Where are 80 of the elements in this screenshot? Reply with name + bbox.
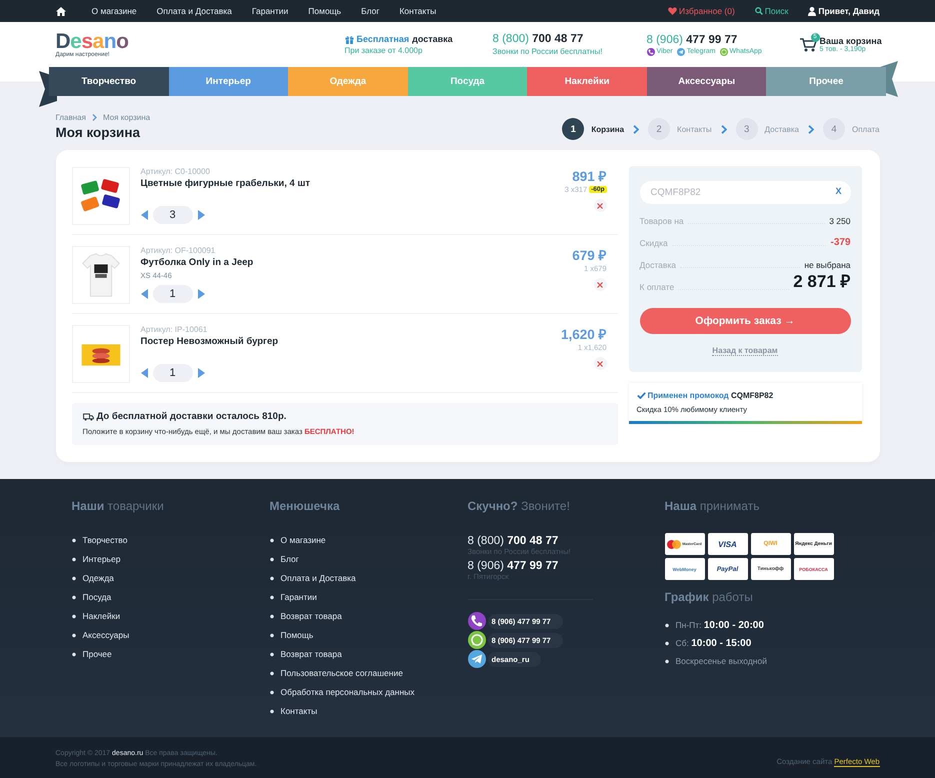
truck-icon xyxy=(82,412,94,420)
decrease-arrow[interactable] xyxy=(140,368,148,378)
delivery-title: Бесплатная xyxy=(356,34,410,44)
chevron-right-icon xyxy=(808,124,814,134)
favorites-link[interactable]: Избранное (0) xyxy=(668,6,735,16)
checkmark-icon xyxy=(636,392,646,399)
nav-link[interactable]: Оплата и Доставка xyxy=(156,6,232,16)
delivery-note: При заказе от 4.000р xyxy=(344,46,424,55)
paper-plane-icon xyxy=(468,650,486,668)
close-icon xyxy=(597,360,603,366)
close-icon xyxy=(597,202,603,208)
promo-status: Применен промокод CQMF8P82 xyxy=(648,391,774,400)
decrease-arrow[interactable] xyxy=(140,289,148,299)
remove-button[interactable] xyxy=(594,278,606,291)
summary-label: К оплате xyxy=(640,282,674,292)
product-name[interactable]: Цветные фигурные грабельки, 4 шт xyxy=(140,178,310,189)
quantity-field[interactable]: 3 xyxy=(152,206,192,224)
remove-button[interactable] xyxy=(594,357,606,370)
category-tab[interactable]: Творчество xyxy=(49,67,169,96)
summary-label: Скидка xyxy=(640,238,668,248)
section-heading: Скучно? Звоните! xyxy=(468,499,571,513)
sku-text: Артикул: IP-10061 xyxy=(140,325,208,334)
nav-link[interactable]: Блог xyxy=(361,6,380,16)
delivery-heading: До бесплатной доставки осталось 810р. xyxy=(96,411,286,422)
sku-text: Артикул: C0-10000 xyxy=(140,167,210,176)
payment-logo: VISA xyxy=(708,533,748,555)
quantity-field[interactable]: 1 xyxy=(152,285,192,303)
delivery-title: доставка xyxy=(412,34,453,44)
nav-link[interactable]: О магазине xyxy=(92,6,137,16)
summary-label: Доставка xyxy=(640,260,676,270)
sku-text: Артикул: OF-100091 xyxy=(140,246,216,255)
account-link[interactable]: Привет, Давид xyxy=(808,6,880,16)
increase-arrow[interactable] xyxy=(198,210,204,220)
section-heading: Наши товарчики xyxy=(72,499,165,513)
checkout-step[interactable]: 1 Корзина xyxy=(562,118,624,140)
phone-number: 8 (800) 700 48 77 xyxy=(468,535,560,547)
summary-value: 3 250 xyxy=(829,216,850,226)
gift-icon xyxy=(344,34,354,44)
phone-icon xyxy=(646,48,654,56)
circles-icon xyxy=(667,540,682,548)
nav-link[interactable]: Контакты xyxy=(399,6,436,16)
decrease-arrow[interactable] xyxy=(140,210,148,220)
home-icon[interactable] xyxy=(56,6,66,16)
summary-label: Товаров на xyxy=(640,216,684,226)
phone-number: 8 (906) 477 99 77 xyxy=(468,560,560,572)
nav-link[interactable]: Помощь xyxy=(308,6,342,16)
logo[interactable]: Desano xyxy=(56,32,128,52)
product-name[interactable]: Постер Невозможный бургер xyxy=(140,336,278,347)
search-link[interactable]: Поиск xyxy=(754,6,788,16)
phone-number: 8 (800) 700 48 77 xyxy=(492,33,584,45)
phone-icon xyxy=(468,612,486,630)
phone-note: Звонки по России бесплатны! xyxy=(492,47,602,56)
summary-value: 2 871 ₽ xyxy=(793,271,850,292)
price-text: 891 ₽ xyxy=(572,168,606,185)
price-text: 679 ₽ xyxy=(572,247,606,264)
quantity-field[interactable]: 1 xyxy=(152,364,192,382)
heart-icon xyxy=(668,7,677,15)
search-icon xyxy=(754,7,763,15)
nav-link[interactable]: Гарантии xyxy=(252,6,288,16)
increase-arrow[interactable] xyxy=(198,368,204,378)
close-icon xyxy=(597,282,603,288)
chevron-right-icon xyxy=(633,124,640,134)
remove-button[interactable] xyxy=(594,199,606,212)
clear-button[interactable]: X xyxy=(835,186,842,196)
chevron-right-icon xyxy=(92,114,97,121)
category-tab[interactable]: Аксессуары xyxy=(646,67,766,96)
paper-plane-icon xyxy=(676,48,685,56)
section-heading: График работы xyxy=(664,590,754,604)
section-heading: Наша принимать xyxy=(664,499,760,513)
summary-value: не выбрана xyxy=(804,260,850,270)
chevron-right-icon xyxy=(720,124,727,134)
user-icon xyxy=(808,6,816,16)
cart-icon xyxy=(800,38,816,52)
section-heading: Менюшечка xyxy=(270,499,341,513)
price-text: 1,620 ₽ xyxy=(560,326,606,343)
phone-number: 8 (906) 477 99 77 xyxy=(646,34,738,46)
increase-arrow[interactable] xyxy=(198,289,204,299)
product-name[interactable]: Футболка Only in a Jeep xyxy=(140,257,254,268)
summary-value: -379 xyxy=(830,237,850,248)
page-title: Моя корзина xyxy=(56,125,142,140)
